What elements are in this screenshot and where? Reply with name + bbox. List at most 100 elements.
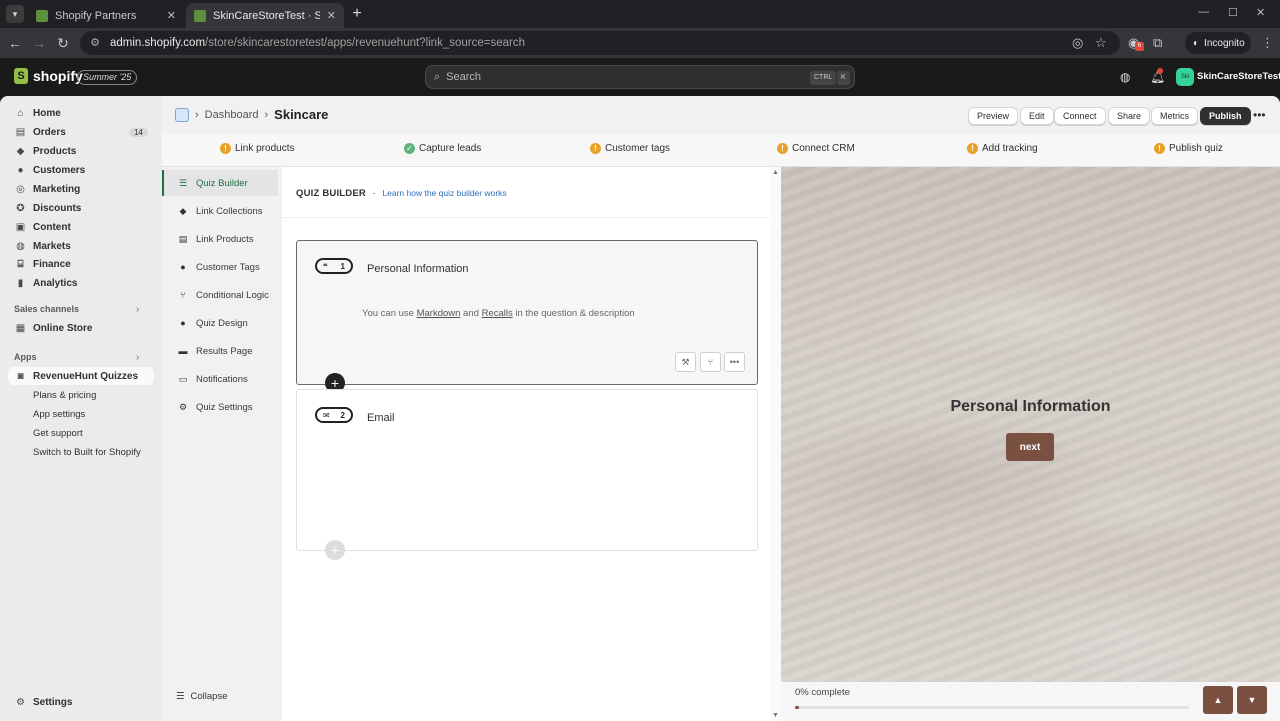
step-capture-leads[interactable]: ✓ Capture leads: [404, 143, 481, 154]
chevron-right-icon[interactable]: ›: [136, 352, 139, 363]
mail-icon: ✉: [323, 410, 330, 420]
step-connect-crm[interactable]: ! Connect CRM: [777, 143, 855, 154]
sidekick-icon[interactable]: ◍: [1120, 70, 1130, 84]
content-icon: ▣: [15, 221, 26, 233]
brand-name: shopify: [33, 68, 83, 84]
nav-products[interactable]: ◆ Products: [8, 142, 154, 160]
site-info-icon[interactable]: ⚙: [88, 36, 102, 50]
preview-next-arrow-icon[interactable]: ▼: [1237, 686, 1267, 714]
nav-get-support[interactable]: Get support: [33, 428, 83, 439]
minimize-icon[interactable]: —: [1198, 6, 1209, 18]
nav-finance[interactable]: ⌸ Finance: [8, 255, 154, 273]
preview-next-button[interactable]: next: [1006, 433, 1054, 461]
shopify-favicon-icon: [194, 9, 206, 22]
nav-markets[interactable]: ◍ Markets: [8, 237, 154, 255]
builder-nav-label: Conditional Logic: [196, 289, 269, 301]
add-question-button-disabled[interactable]: +: [325, 540, 345, 560]
builder-nav-link-products[interactable]: ▤ Link Products: [162, 226, 278, 252]
browser-tab-partners[interactable]: Shopify Partners ✕: [28, 3, 184, 28]
bookmark-star-icon[interactable]: ☆: [1095, 35, 1107, 51]
maximize-icon[interactable]: ☐: [1228, 6, 1238, 19]
recalls-link[interactable]: Recalls: [482, 308, 513, 319]
nav-analytics[interactable]: ▮ Analytics: [8, 274, 154, 292]
builder-nav-label: Customer Tags: [196, 261, 260, 273]
connect-button[interactable]: Connect: [1054, 107, 1106, 125]
nav-home[interactable]: ⌂ Home: [8, 104, 154, 122]
builder-scrollbar[interactable]: ▲ ▼: [770, 167, 781, 721]
drop-icon: ●: [180, 318, 186, 328]
nav-customers[interactable]: ● Customers: [8, 161, 154, 179]
nav-app-settings[interactable]: App settings: [33, 409, 85, 420]
nav-content[interactable]: ▣ Content: [8, 218, 154, 236]
back-icon[interactable]: ←: [7, 35, 23, 51]
edition-badge[interactable]: Summer '25: [77, 70, 138, 85]
question-card-1[interactable]: ❝ 1 Personal Information You can use Mar…: [296, 240, 758, 385]
nav-settings[interactable]: ⚙ Settings: [8, 693, 154, 711]
incognito-chip[interactable]: ◐ Incognito: [1185, 32, 1251, 54]
question-description[interactable]: You can use Markdown and Recalls in the …: [362, 308, 635, 319]
forward-icon[interactable]: →: [31, 35, 47, 51]
inbox-icon: ▭: [178, 373, 188, 384]
extension-badge: 6: [1135, 42, 1144, 51]
builder-nav-conditional-logic[interactable]: ⑂ Conditional Logic: [162, 282, 278, 308]
eye-off-icon[interactable]: ◎: [1072, 35, 1083, 51]
tab-search-button[interactable]: ▾: [6, 5, 24, 23]
tab-close-icon[interactable]: ✕: [167, 9, 176, 22]
step-customer-tags[interactable]: ! Customer tags: [590, 143, 670, 154]
builder-nav-label: Quiz Design: [196, 317, 248, 329]
nav-label: Orders: [33, 126, 66, 138]
builder-nav-link-collections[interactable]: ◆ Link Collections: [162, 198, 278, 224]
builder-nav-customer-tags[interactable]: ● Customer Tags: [162, 254, 278, 280]
builder-nav-quiz-builder[interactable]: ☰ Quiz Builder: [162, 170, 278, 196]
store-name[interactable]: SkinCareStoreTest: [1197, 71, 1280, 82]
browser-tab-skincare[interactable]: SkinCareStoreTest · Skincare · S ✕: [186, 3, 344, 28]
browser-address-bar: ← → ↻ ⚙ admin.shopify.com/store/skincare…: [0, 28, 1280, 58]
question-card-2[interactable]: ✉ 2 Email: [296, 389, 758, 551]
breadcrumb-dashboard[interactable]: Dashboard: [205, 109, 259, 121]
step-publish-quiz[interactable]: ! Publish quiz: [1154, 143, 1223, 154]
nav-discounts[interactable]: ✪ Discounts: [8, 199, 154, 217]
share-button[interactable]: Share: [1108, 107, 1151, 125]
nav-plans-pricing[interactable]: Plans & pricing: [33, 390, 96, 401]
url-field[interactable]: ⚙ admin.shopify.com/store/skincarestoret…: [80, 31, 1120, 55]
builder-nav-results-page[interactable]: ▬ Results Page: [162, 338, 278, 364]
sales-channels-heading[interactable]: Sales channels: [14, 304, 79, 314]
browser-menu-icon[interactable]: ⋮: [1261, 35, 1274, 51]
scroll-down-icon[interactable]: ▼: [772, 712, 779, 719]
wrench-icon[interactable]: ⚒: [675, 352, 696, 372]
edit-button[interactable]: Edit: [1020, 107, 1054, 125]
step-add-tracking[interactable]: ! Add tracking: [967, 143, 1038, 154]
builder-nav-notifications[interactable]: ▭ Notifications: [162, 366, 278, 392]
nav-switch-built-for-shopify[interactable]: Switch to Built for Shopify: [33, 447, 141, 458]
logic-branch-icon[interactable]: ⑂: [700, 352, 721, 372]
metrics-button[interactable]: Metrics: [1151, 107, 1198, 125]
builder-nav-quiz-settings[interactable]: ⚙ Quiz Settings: [162, 394, 278, 420]
step-link-products[interactable]: ! Link products: [220, 143, 294, 154]
store-avatar[interactable]: Ski: [1176, 68, 1194, 86]
question-title[interactable]: Personal Information: [367, 263, 469, 275]
builder-nav-quiz-design[interactable]: ● Quiz Design: [162, 310, 278, 336]
scroll-up-icon[interactable]: ▲: [772, 169, 779, 176]
collapse-button[interactable]: ☰ Collapse: [176, 691, 228, 702]
window-close-icon[interactable]: ✕: [1256, 6, 1265, 19]
nav-revenuehunt-quizzes[interactable]: ◙ RevenueHunt Quizzes: [8, 367, 154, 385]
question-title[interactable]: Email: [367, 412, 395, 424]
more-actions-icon[interactable]: •••: [1253, 108, 1266, 122]
tab-close-icon[interactable]: ✕: [327, 9, 336, 22]
shopify-logo[interactable]: S shopify: [14, 68, 83, 84]
publish-button[interactable]: Publish: [1200, 107, 1251, 125]
apps-heading[interactable]: Apps: [14, 352, 37, 362]
preview-prev-arrow-icon[interactable]: ▲: [1203, 686, 1233, 714]
reload-icon[interactable]: ↻: [55, 35, 71, 52]
nav-online-store[interactable]: ▦ Online Store: [8, 319, 154, 337]
preview-button[interactable]: Preview: [968, 107, 1019, 125]
new-tab-button[interactable]: +: [349, 5, 365, 23]
nav-marketing[interactable]: ◎ Marketing: [8, 180, 154, 198]
nav-orders[interactable]: ▤ Orders 14: [8, 123, 154, 141]
help-link[interactable]: Learn how the quiz builder works: [382, 188, 506, 198]
markdown-link[interactable]: Markdown: [417, 308, 461, 319]
search-input[interactable]: ⌕ Search CTRL K: [425, 65, 855, 89]
more-options-icon[interactable]: •••: [724, 352, 745, 372]
chevron-right-icon[interactable]: ›: [136, 304, 139, 315]
puzzle-icon[interactable]: ⧉: [1153, 35, 1162, 51]
